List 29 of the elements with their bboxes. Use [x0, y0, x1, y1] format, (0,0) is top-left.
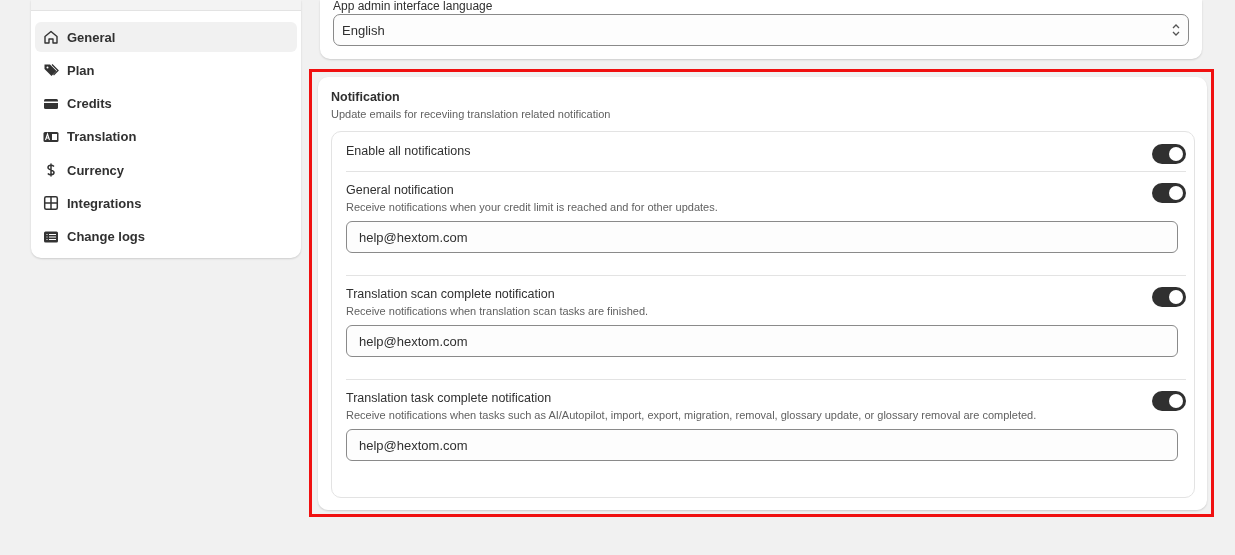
sidebar-item[interactable]: Plan: [35, 55, 297, 86]
setting-description: Receive notifications when your credit limit is reached and for other updates.: [346, 201, 718, 213]
toggle-switch[interactable]: [1152, 144, 1186, 164]
chevron-updown-icon: [1171, 22, 1181, 38]
field-label: App admin interface language: [333, 0, 494, 12]
email-field[interactable]: help@hextom.com: [346, 325, 1178, 357]
sidebar-item[interactable]: General: [35, 22, 297, 52]
setting-title: Translation task complete notification: [346, 391, 553, 405]
setting-description: Receive notifications when translation scan tasks are finished.: [346, 305, 649, 317]
home-icon: [43, 29, 59, 45]
sidebar-item[interactable]: Translation: [35, 121, 297, 152]
toggle-switch[interactable]: [1152, 287, 1186, 307]
setting-title: Enable all notifications: [346, 144, 471, 158]
email-field[interactable]: help@hextom.com: [346, 221, 1178, 253]
setting-title: General notification: [346, 183, 455, 197]
section-title: Notification: [331, 90, 401, 104]
sidebar-item[interactable]: Integrations: [35, 188, 297, 219]
email-field[interactable]: help@hextom.com: [346, 429, 1178, 461]
sidebar-item[interactable]: Currency: [35, 155, 297, 186]
sidebar-item[interactable]: Change logs: [35, 221, 297, 252]
section-description: Update emails for receviing translation related notification: [331, 108, 612, 120]
setting-title: Translation scan complete notification: [346, 287, 556, 301]
toggle-switch[interactable]: [1152, 183, 1186, 203]
sidebar-item[interactable]: Credits: [35, 88, 297, 119]
grid-icon: [43, 195, 59, 212]
toggle-switch[interactable]: [1152, 391, 1186, 411]
language-select[interactable]: English: [333, 14, 1189, 46]
setting-description: Receive notifications when tasks such as AI/Autopilot, import, export, migration, removal, glossary update, or glossary removal are completed.: [346, 409, 1037, 421]
tag-icon: [43, 62, 59, 79]
